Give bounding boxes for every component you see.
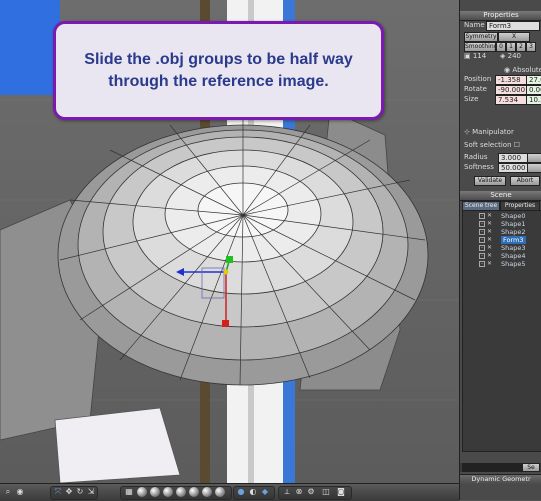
rotate-x-field[interactable]: -90.000 [495, 85, 527, 95]
visibility-icon[interactable]: - [479, 213, 485, 219]
softness-label: Softness [464, 163, 494, 171]
tree-item-shape3[interactable]: - ✕ Shape3 [463, 244, 541, 252]
name-label: Name [464, 21, 485, 29]
scene-search-bar: Se [460, 463, 541, 472]
link-icon[interactable]: ⊗ [294, 487, 304, 497]
manipulator-icon: ⊹ [464, 128, 473, 136]
position-label: Position [464, 75, 492, 83]
render-ball-6-icon[interactable] [202, 487, 212, 497]
instruction-tooltip: Slide the .obj groups to be half way thr… [53, 21, 384, 120]
symmetry-axis-button[interactable]: X [498, 32, 530, 42]
tree-item-shape0[interactable]: - ✕ Shape0 [463, 212, 541, 220]
radius-slider[interactable] [527, 153, 541, 163]
position-y-field[interactable]: 27.6 [526, 75, 541, 85]
reference-image-blue [0, 0, 60, 95]
axis-icon[interactable]: ⟂ [282, 487, 292, 497]
symmetry-button[interactable]: Symmetry [464, 32, 498, 42]
wrench-icon[interactable]: ⚙ [306, 487, 316, 497]
bottom-toolbar: ⌕ ◉ ⤧ ✥ ↻ ⇲ ▦ ● ◐ ◆ ⟂ ⊗ ⚙ ◫ ◙ [0, 483, 459, 501]
smoothing-button[interactable]: Smoothing [464, 42, 496, 52]
radius-field[interactable]: 3.000 [498, 153, 528, 163]
size-x-field[interactable]: 7.534 [495, 95, 527, 105]
camera-icon[interactable]: ◙ [336, 487, 346, 497]
view-eye-icon[interactable]: ◉ [15, 487, 25, 497]
lock-icon[interactable]: ✕ [487, 245, 493, 251]
sphere-view-icon[interactable]: ● [236, 487, 246, 497]
smoothing-level-3[interactable]: 3 [526, 42, 536, 52]
position-x-field[interactable]: -1.358 [495, 75, 527, 85]
name-field[interactable]: Form3 [486, 21, 540, 31]
visibility-icon[interactable]: - [479, 253, 485, 259]
3d-viewport[interactable]: Slide the .obj groups to be half way thr… [0, 0, 459, 483]
tree-item-shape4[interactable]: - ✕ Shape4 [463, 252, 541, 260]
triangle-mesh-icon: ◈ [500, 52, 508, 60]
select-icon[interactable]: ⤧ [53, 487, 63, 497]
visibility-icon[interactable]: - [479, 229, 485, 235]
camera-settings-icon[interactable]: ◫ [321, 487, 331, 497]
poly-count-a: ▣ 114 [464, 52, 487, 60]
scene-tabs: Scene tree Properties [462, 201, 540, 211]
visibility-icon[interactable]: - [479, 261, 485, 267]
move-icon[interactable]: ✥ [64, 487, 74, 497]
search-button[interactable]: Se [522, 463, 540, 472]
lock-icon[interactable]: ✕ [487, 253, 493, 259]
smoothing-level-2[interactable]: 2 [516, 42, 526, 52]
scene-header: Scene [460, 191, 541, 201]
rotate-label: Rotate [464, 85, 487, 93]
render-ball-5-icon[interactable] [189, 487, 199, 497]
absolute-toggle[interactable]: ◉ Absolute [504, 66, 541, 75]
visibility-icon[interactable]: - [479, 245, 485, 251]
validate-button[interactable]: Validate [474, 176, 506, 186]
rotate-y-field[interactable]: 0.00 [526, 85, 541, 95]
smoothing-level-1[interactable]: 1 [506, 42, 516, 52]
dynamic-geometry-header[interactable]: Dynamic Geometr [460, 474, 541, 484]
render-ball-4-icon[interactable] [176, 487, 186, 497]
render-ball-2-icon[interactable] [150, 487, 160, 497]
checkbox-icon: ☐ [513, 141, 521, 149]
smoothing-level-0[interactable]: 0 [496, 42, 506, 52]
rotate-icon[interactable]: ↻ [75, 487, 85, 497]
poly-count-b: ◈ 240 [500, 52, 521, 60]
tree-item-shape5[interactable]: - ✕ Shape5 [463, 260, 541, 268]
lock-icon[interactable]: ✕ [487, 221, 493, 227]
visibility-icon[interactable]: - [479, 221, 485, 227]
render-ball-1-icon[interactable] [137, 487, 147, 497]
scene-search-input[interactable] [462, 463, 522, 472]
side-panel: Properties Name Form3 Symmetry X Smoothi… [459, 0, 541, 500]
tree-item-shape2[interactable]: - ✕ Shape2 [463, 228, 541, 236]
size-y-field[interactable]: 10.5 [526, 95, 541, 105]
softness-slider[interactable] [527, 163, 541, 173]
zoom-icon[interactable]: ⌕ [3, 487, 13, 497]
abort-button[interactable]: Abort [510, 176, 540, 186]
snap-icon[interactable]: ◆ [260, 487, 270, 497]
radius-label: Radius [464, 153, 488, 161]
lock-icon[interactable]: ✕ [487, 229, 493, 235]
mesh-icon: ▣ [464, 52, 473, 60]
scene-tree: - ✕ Shape0 - ✕ Shape1 - ✕ Shape2 - ✕ Form3 - ✕ Sha… [462, 210, 541, 452]
light-view-icon[interactable]: ◐ [248, 487, 258, 497]
scale-icon[interactable]: ⇲ [86, 487, 96, 497]
grid-icon[interactable]: ▦ [124, 487, 134, 497]
softness-field[interactable]: 50.000 [498, 163, 528, 173]
lock-icon[interactable]: ✕ [487, 237, 493, 243]
soft-selection-row[interactable]: Soft selection ☐ [464, 141, 520, 150]
manipulator-row[interactable]: ⊹ Manipulator [464, 128, 514, 137]
lock-icon[interactable]: ✕ [487, 213, 493, 219]
render-ball-7-icon[interactable] [215, 487, 225, 497]
render-ball-3-icon[interactable] [163, 487, 173, 497]
instruction-text: Slide the .obj groups to be half way thr… [84, 51, 353, 90]
visibility-icon[interactable]: - [479, 237, 485, 243]
size-label: Size [464, 95, 479, 103]
tree-item-shape1[interactable]: - ✕ Shape1 [463, 220, 541, 228]
properties-header: Properties [460, 11, 541, 21]
lock-icon[interactable]: ✕ [487, 261, 493, 267]
tree-item-form3[interactable]: - ✕ Form3 [463, 236, 541, 244]
